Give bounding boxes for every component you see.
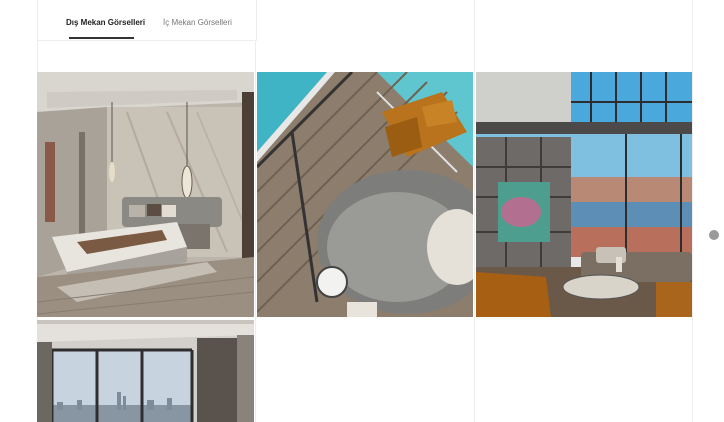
- active-tab-indicator: [69, 37, 134, 39]
- gallery-tabs: Dış Mekan Görselleri İç Mekan Görselleri: [37, 0, 257, 41]
- grid-line: [474, 0, 475, 422]
- grid-line: [255, 0, 256, 422]
- gallery-image-bedroom[interactable]: [37, 72, 254, 317]
- pager-dot-icon[interactable]: [709, 230, 719, 240]
- gallery-image-living-room-aerial[interactable]: [257, 72, 473, 317]
- tab-interior-images[interactable]: İç Mekan Görselleri: [163, 18, 232, 28]
- gallery-image-duplex-living-room[interactable]: [476, 72, 692, 317]
- gallery-image-city-view-room[interactable]: [37, 320, 254, 422]
- grid-line: [692, 0, 693, 422]
- tab-exterior-images[interactable]: Dış Mekan Görselleri: [66, 18, 145, 28]
